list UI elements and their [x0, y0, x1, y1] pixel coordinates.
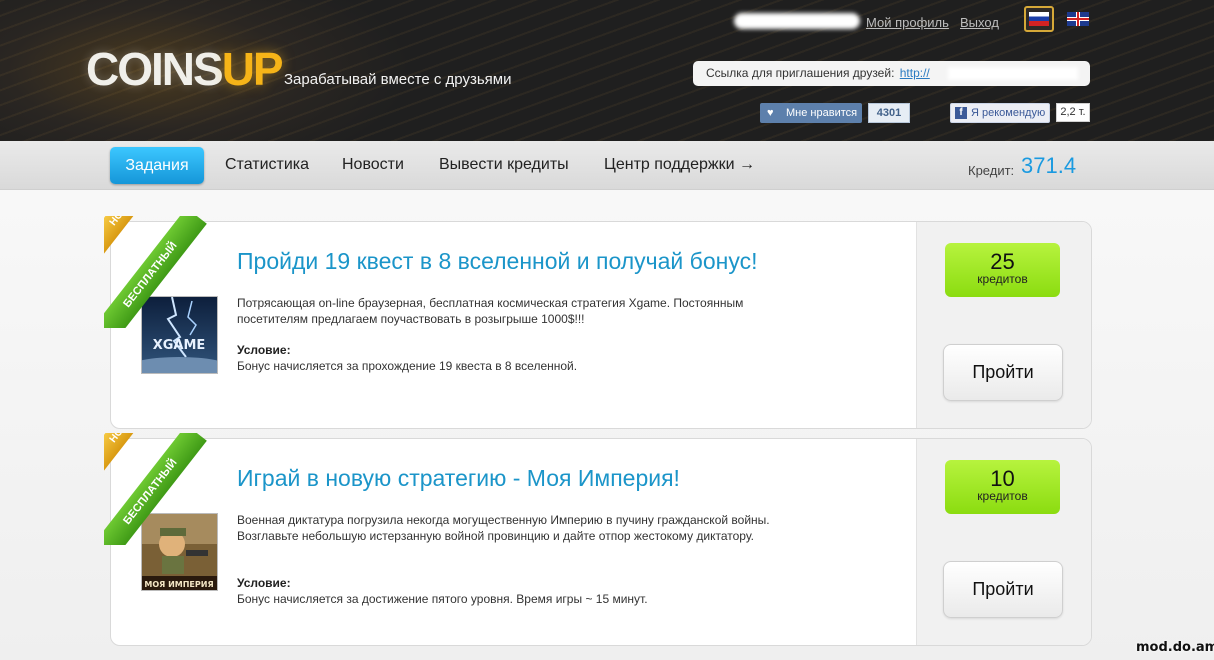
site-header: COINSUP Зарабатывай вместе с друзьями Мо…	[0, 0, 1214, 141]
task-title[interactable]: Пройди 19 квест в 8 вселенной и получай …	[237, 248, 757, 275]
task-condition-text: Бонус начисляется за прохождение 19 квес…	[237, 359, 578, 373]
coinsup-logo[interactable]: COINSUP	[86, 44, 284, 94]
my-profile-link[interactable]: Мой профиль	[866, 15, 949, 30]
fb-recommend-count: 2,2 т.	[1056, 103, 1090, 122]
facebook-icon: f	[955, 107, 967, 119]
task-card: Играй в новую стратегию - Моя Империя! М…	[110, 438, 1092, 646]
logout-link[interactable]: Выход	[960, 15, 999, 30]
username-redacted	[734, 13, 860, 29]
heart-icon: ♥	[767, 107, 774, 119]
invite-url[interactable]: http://	[900, 66, 930, 80]
credits-label: кредитов	[977, 272, 1028, 286]
task-ribbon: НОВЫЙ БЕСПЛАТНЫЙ	[104, 433, 219, 545]
task-title[interactable]: Играй в новую стратегию - Моя Империя!	[237, 465, 680, 492]
credits-badge: 10 кредитов	[945, 460, 1060, 514]
credits-amount: 25	[990, 249, 1015, 274]
vk-like-count: 4301	[868, 103, 910, 123]
nav-item-support[interactable]: Центр поддержки →	[604, 156, 755, 174]
credits-label: кредитов	[977, 489, 1028, 503]
task-description: Потрясающая on-line браузерная, бесплатн…	[237, 296, 744, 326]
watermark: mod.do.am	[1136, 640, 1214, 655]
task-condition-label: Условие:	[237, 576, 291, 590]
vk-like-button[interactable]: ♥ Мне нравится	[760, 103, 862, 123]
empire-thumb-label: МОЯ ИМПЕРИЯ	[144, 580, 213, 589]
invite-link-box: Ссылка для приглашения друзей: http://	[693, 61, 1090, 86]
complete-task-button[interactable]: Пройти	[943, 561, 1063, 618]
task-condition-label: Условие:	[237, 343, 291, 357]
english-flag-icon[interactable]	[1067, 12, 1089, 26]
tagline: Зарабатывай вместе с друзьями	[284, 71, 512, 88]
vk-like-label: Мне нравится	[786, 107, 858, 119]
credit-label: Кредит:	[968, 163, 1015, 178]
fb-recommend-button[interactable]: f Я рекомендую	[950, 103, 1050, 123]
task-condition-text: Бонус начисляется за достижение пятого у…	[237, 592, 648, 606]
nav-item-statistics[interactable]: Статистика	[225, 156, 309, 174]
nav-item-withdraw[interactable]: Вывести кредиты	[439, 156, 569, 174]
credit-value: 371.4	[1021, 153, 1077, 178]
task-description: Военная диктатура погрузила некогда могу…	[237, 513, 770, 543]
credits-amount: 10	[990, 466, 1015, 491]
credits-badge: 25 кредитов	[945, 243, 1060, 297]
nav-item-tasks[interactable]: Задания	[110, 147, 204, 184]
main-nav: Задания Статистика Новости Вывести креди…	[0, 141, 1214, 190]
complete-task-button[interactable]: Пройти	[943, 344, 1063, 401]
xgame-thumb-label: XGAME	[153, 338, 206, 353]
nav-item-news[interactable]: Новости	[342, 156, 404, 174]
invite-url-redacted	[948, 67, 1078, 80]
fb-recommend-label: Я рекомендую	[971, 107, 1046, 119]
russian-flag-icon[interactable]	[1024, 6, 1054, 32]
task-card: Пройди 19 квест в 8 вселенной и получай …	[110, 221, 1092, 429]
invite-label: Ссылка для приглашения друзей:	[706, 66, 895, 80]
task-ribbon: НОВЫЙ БЕСПЛАТНЫЙ	[104, 216, 219, 328]
